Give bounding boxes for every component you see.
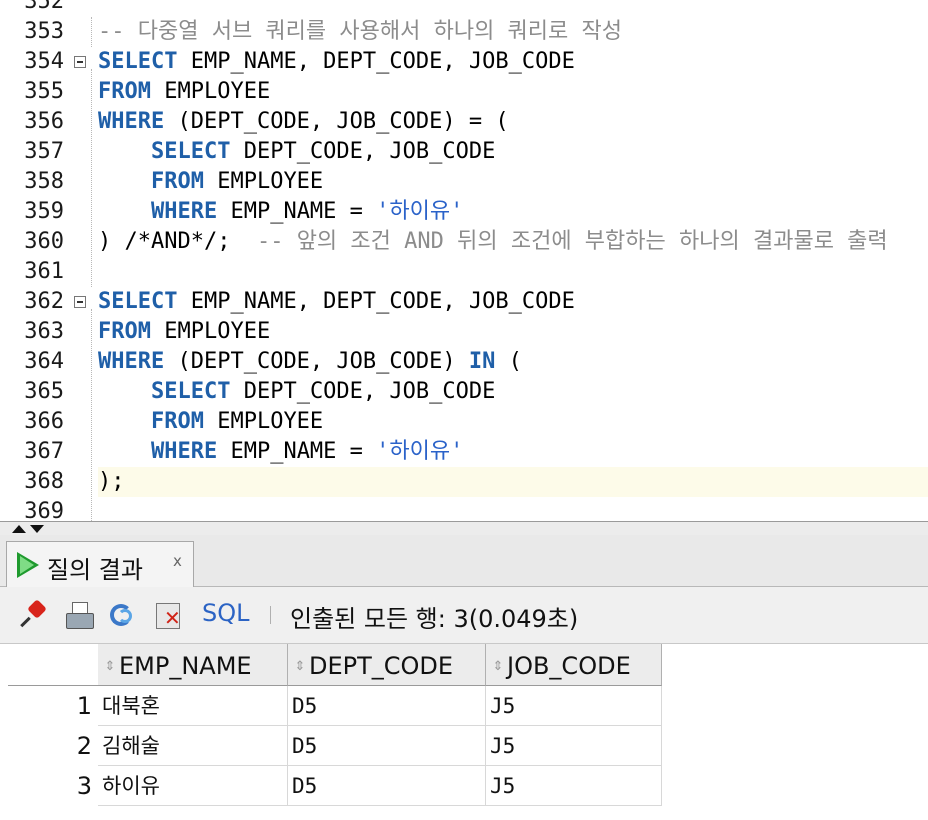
line-number: 369 [24, 499, 64, 521]
cell-emp-name[interactable]: 하이유 [98, 766, 288, 806]
results-grid[interactable]: ⇕ EMP_NAME ⇕ DEPT_CODE ⇕ JOB_CODE 1 대북혼 D5 J5 2 김해… [0, 644, 928, 820]
line-number: 355 [24, 79, 64, 104]
line-number: 367 [24, 439, 64, 464]
sort-icon[interactable]: ⇕ [489, 660, 507, 673]
column-header-label: DEPT_CODE [309, 652, 454, 680]
code-line[interactable] [98, 257, 928, 287]
sql-button[interactable]: SQL [202, 599, 250, 627]
line-number: 366 [24, 409, 64, 434]
line-number: 352 [24, 0, 64, 14]
row-number: 3 [76, 772, 92, 800]
collapse-down-icon[interactable] [30, 525, 44, 533]
cell-job-code[interactable]: J5 [486, 686, 662, 726]
line-number: 357 [24, 139, 64, 164]
code-line[interactable]: SELECT DEPT_CODE, JOB_CODE [98, 137, 928, 167]
code-line[interactable]: SELECT DEPT_CODE, JOB_CODE [98, 377, 928, 407]
row-number-header [8, 644, 98, 686]
column-header-emp-name[interactable]: ⇕ EMP_NAME [98, 644, 288, 686]
column-header-label: JOB_CODE [507, 652, 631, 680]
sort-icon[interactable]: ⇕ [291, 660, 309, 673]
line-number: 358 [24, 169, 64, 194]
line-number-gutter: 352 353 354 355 356 357 358 359 360 361 362 363 364 3… [0, 0, 92, 521]
results-tab-bar: 질의 결과 x [0, 535, 928, 587]
code-line[interactable]: ); [98, 467, 928, 497]
cell-emp-name[interactable]: 김해술 [98, 726, 288, 766]
code-line[interactable] [98, 0, 928, 17]
line-number: 362 [24, 289, 64, 314]
column-header-job-code[interactable]: ⇕ JOB_CODE [486, 644, 662, 686]
sort-icon[interactable]: ⇕ [101, 660, 119, 673]
line-number: 364 [24, 349, 64, 374]
close-icon[interactable]: x [173, 552, 182, 570]
code-line[interactable]: FROM EMPLOYEE [98, 167, 928, 197]
fold-icon[interactable] [74, 296, 86, 308]
code-line[interactable]: WHERE (DEPT_CODE, JOB_CODE) IN ( [98, 347, 928, 377]
code-line[interactable]: ) /*AND*/; -- 앞의 조건 AND 뒤의 조건에 부합하는 하나의 … [98, 227, 928, 257]
line-number: 353 [24, 19, 64, 44]
table-row[interactable]: 3 하이유 D5 J5 [8, 766, 664, 806]
line-number: 359 [24, 199, 64, 224]
cell-dept-code[interactable]: D5 [288, 726, 486, 766]
print-icon[interactable] [64, 600, 94, 630]
line-number: 360 [24, 229, 64, 254]
code-line[interactable]: FROM EMPLOYEE [98, 317, 928, 347]
toolbar-divider [270, 606, 271, 624]
code-line[interactable]: -- 다중열 서브 쿼리를 사용해서 하나의 쿼리로 작성 [98, 17, 928, 47]
cell-dept-code[interactable]: D5 [288, 686, 486, 726]
code-line[interactable] [98, 497, 928, 521]
row-number: 2 [76, 732, 92, 760]
table-row[interactable]: 1 대북혼 D5 J5 [8, 686, 664, 726]
line-number: 356 [24, 109, 64, 134]
row-number: 1 [76, 692, 92, 720]
tab-query-result[interactable]: 질의 결과 x [6, 541, 194, 587]
code-line[interactable]: WHERE EMP_NAME = '하이유' [98, 437, 928, 467]
column-header-dept-code[interactable]: ⇕ DEPT_CODE [288, 644, 486, 686]
table-row[interactable]: 2 김해술 D5 J5 [8, 726, 664, 766]
fold-guide-line [91, 309, 92, 521]
code-line[interactable]: WHERE EMP_NAME = '하이유' [98, 197, 928, 227]
tab-label: 질의 결과 [47, 556, 143, 584]
line-number: 368 [24, 469, 64, 494]
code-line[interactable]: FROM EMPLOYEE [98, 407, 928, 437]
fold-guide-line [91, 69, 92, 287]
fold-guide-line [91, 17, 92, 47]
fold-icon[interactable] [74, 56, 86, 68]
line-number: 363 [24, 319, 64, 344]
code-line[interactable]: FROM EMPLOYEE [98, 77, 928, 107]
refresh-icon[interactable] [108, 600, 138, 630]
cell-job-code[interactable]: J5 [486, 726, 662, 766]
panel-splitter[interactable] [0, 521, 928, 535]
code-line[interactable]: SELECT EMP_NAME, DEPT_CODE, JOB_CODE [98, 47, 928, 77]
pin-icon[interactable] [20, 600, 50, 630]
line-number: 354 [24, 49, 64, 74]
cell-job-code[interactable]: J5 [486, 766, 662, 806]
column-header-label: EMP_NAME [119, 652, 252, 680]
sql-editor[interactable]: 352 353 354 355 356 357 358 359 360 361 362 363 364 3… [0, 0, 928, 521]
line-number: 361 [24, 259, 64, 284]
line-number: 365 [24, 379, 64, 404]
cell-dept-code[interactable]: D5 [288, 766, 486, 806]
clear-icon[interactable] [154, 600, 184, 630]
collapse-up-icon[interactable] [12, 525, 26, 533]
run-triangle-icon [17, 552, 39, 578]
results-toolbar: SQL 인출된 모든 행: 3(0.049초) [0, 587, 928, 644]
code-line[interactable]: SELECT EMP_NAME, DEPT_CODE, JOB_CODE [98, 287, 928, 317]
code-line[interactable]: WHERE (DEPT_CODE, JOB_CODE) = ( [98, 107, 928, 137]
fetch-status: 인출된 모든 행: 3(0.049초) [290, 605, 579, 633]
cell-emp-name[interactable]: 대북혼 [98, 686, 288, 726]
